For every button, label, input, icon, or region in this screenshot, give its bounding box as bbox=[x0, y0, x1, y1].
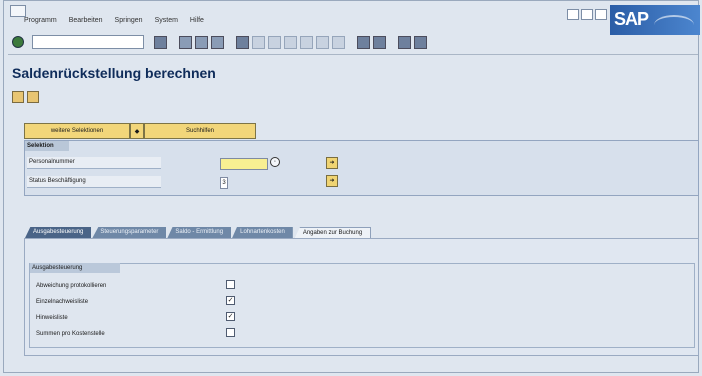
search-help-button[interactable]: Suchhilfen bbox=[144, 123, 256, 139]
output-control-header: Ausgabesteuerung bbox=[30, 263, 120, 273]
toolbar-spacer bbox=[170, 36, 176, 47]
personnel-number-input[interactable] bbox=[220, 158, 268, 170]
checkbox-hint-list[interactable]: ✓ bbox=[226, 312, 235, 321]
checkbox-label-cost-center-totals: Summen pro Kostenstelle bbox=[36, 331, 105, 337]
checkbox-label-hint-list: Hinweisliste bbox=[36, 315, 68, 321]
checkbox-detail-list[interactable]: ✓ bbox=[226, 296, 235, 305]
layout-icon[interactable] bbox=[414, 35, 427, 49]
system-icon[interactable] bbox=[10, 5, 26, 17]
sap-logo-text: SAP bbox=[614, 9, 649, 29]
menu-programm[interactable]: Programm bbox=[24, 17, 57, 24]
toolbar-spacer-4 bbox=[389, 36, 395, 47]
selection-buttons: weitere Selektionen ◆ Suchhilfen bbox=[24, 123, 256, 139]
title-bar: Saldenrückstellung berechnen bbox=[8, 54, 698, 89]
output-control-group: Ausgabesteuerung Abweichung protokollier… bbox=[29, 263, 695, 348]
cancel-icon[interactable] bbox=[211, 35, 224, 49]
command-field[interactable] bbox=[32, 35, 144, 49]
menu-hilfe[interactable]: Hilfe bbox=[190, 17, 204, 24]
save-icon[interactable] bbox=[154, 35, 167, 49]
sap-logo: SAP bbox=[610, 5, 700, 35]
new-session-icon[interactable] bbox=[357, 35, 370, 49]
minimize-button[interactable] bbox=[567, 9, 579, 20]
last-page-icon[interactable] bbox=[332, 35, 345, 49]
menu-bar: Programm Bearbeiten Springen System Hilf… bbox=[8, 3, 618, 31]
multiple-selection-button-2[interactable]: ➜ bbox=[326, 175, 338, 187]
enter-icon[interactable] bbox=[12, 36, 24, 48]
employment-status-input[interactable]: 3 bbox=[220, 177, 228, 189]
variant-icon[interactable] bbox=[27, 91, 39, 103]
multiple-selection-button-1[interactable]: ➜ bbox=[326, 157, 338, 169]
menu-springen[interactable]: Springen bbox=[115, 17, 143, 24]
shortcut-icon[interactable] bbox=[373, 35, 386, 49]
application-toolbar bbox=[12, 91, 39, 103]
find-next-icon[interactable] bbox=[268, 35, 281, 49]
selection-header: Selektion bbox=[25, 141, 69, 151]
toolbar-icons bbox=[154, 35, 427, 49]
next-page-icon[interactable] bbox=[316, 35, 329, 49]
exit-icon[interactable] bbox=[195, 35, 208, 49]
tab-panel: Ausgabesteuerung Abweichung protokollier… bbox=[24, 238, 699, 356]
toolbar-spacer-3 bbox=[348, 36, 354, 47]
selection-box: Selektion Personalnummer ◦ ➜ Status Besc… bbox=[24, 140, 699, 196]
menu-system[interactable]: System bbox=[155, 17, 178, 24]
tab-wage-type-costs[interactable]: Lohnartenkosten bbox=[232, 227, 293, 238]
more-selections-button[interactable]: weitere Selektionen bbox=[24, 123, 130, 139]
prev-page-icon[interactable] bbox=[300, 35, 313, 49]
menu-bearbeiten[interactable]: Bearbeiten bbox=[69, 17, 103, 24]
page-title: Saldenrückstellung berechnen bbox=[12, 65, 216, 81]
checkbox-label-detail-list: Einzelnachweisliste bbox=[36, 299, 89, 305]
back-icon[interactable] bbox=[179, 35, 192, 49]
help-icon[interactable] bbox=[398, 35, 411, 49]
tab-control-parameters[interactable]: Steuerungsparameter bbox=[92, 227, 167, 238]
toolbar-spacer-2 bbox=[227, 36, 233, 47]
find-icon[interactable] bbox=[252, 35, 265, 49]
first-page-icon[interactable] bbox=[284, 35, 297, 49]
print-icon[interactable] bbox=[236, 35, 249, 49]
checkbox-label-deviation: Abweichung protokollieren bbox=[36, 283, 107, 289]
search-help-icon[interactable]: ◆ bbox=[130, 123, 144, 139]
execute-icon[interactable] bbox=[12, 91, 24, 103]
standard-toolbar bbox=[8, 33, 608, 51]
checkbox-cost-center-totals[interactable] bbox=[226, 328, 235, 337]
sap-window: Programm Bearbeiten Springen System Hilf… bbox=[3, 0, 700, 373]
checkbox-deviation[interactable] bbox=[226, 280, 235, 289]
window-controls bbox=[567, 9, 607, 20]
tab-balance-determination[interactable]: Saldo - Ermittlung bbox=[167, 227, 232, 238]
close-button[interactable] bbox=[595, 9, 607, 20]
employment-status-label: Status Beschäftigung bbox=[27, 176, 161, 188]
tab-output-control[interactable]: Ausgabesteuerung bbox=[25, 227, 92, 238]
value-help-icon[interactable]: ◦ bbox=[270, 157, 280, 167]
sap-logo-curve bbox=[654, 15, 694, 35]
maximize-button[interactable] bbox=[581, 9, 593, 20]
personnel-number-label: Personalnummer bbox=[27, 157, 161, 169]
